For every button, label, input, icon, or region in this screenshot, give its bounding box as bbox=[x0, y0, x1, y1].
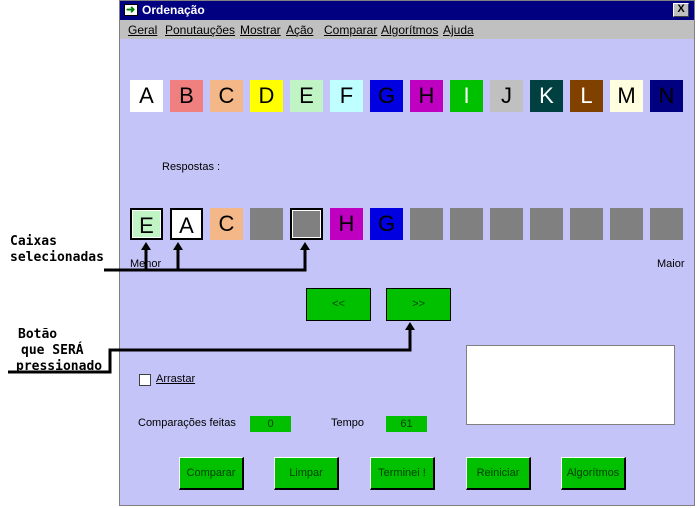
arrow-line-selected bbox=[104, 247, 307, 272]
arrowhead-a bbox=[173, 242, 183, 250]
arrowhead-empty bbox=[300, 242, 310, 250]
arrowhead-e bbox=[141, 242, 151, 250]
arrowhead-next bbox=[405, 322, 415, 330]
arrow-line-button bbox=[8, 328, 412, 374]
annotation-arrows bbox=[8, 242, 415, 374]
